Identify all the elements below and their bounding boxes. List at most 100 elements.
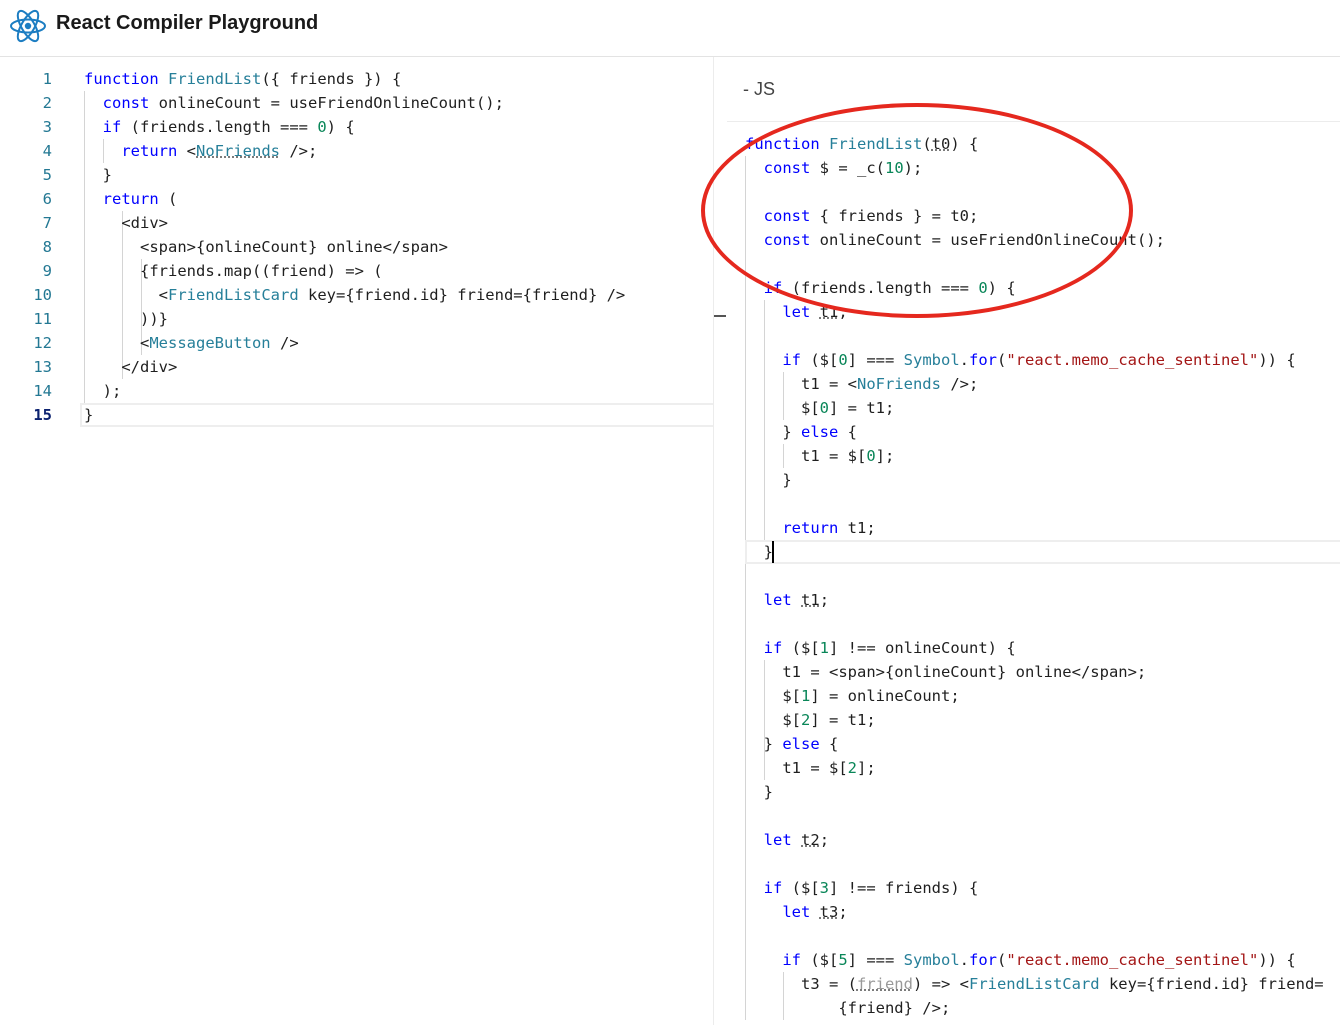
code-line[interactable]: const { friends } = t0; bbox=[745, 204, 979, 228]
react-atom-icon[interactable] bbox=[8, 6, 48, 46]
code-token: ) { bbox=[326, 118, 355, 136]
code-token: ; bbox=[819, 591, 830, 609]
code-line[interactable]: ); bbox=[84, 379, 122, 403]
code-line[interactable]: {friend} />; bbox=[745, 996, 950, 1020]
code-line[interactable]: t3 = (friend) => <FriendListCard key={fr… bbox=[745, 972, 1324, 996]
code-line[interactable]: } else { bbox=[745, 420, 857, 444]
code-line[interactable]: if (friends.length === 0) { bbox=[745, 276, 1016, 300]
code-line[interactable]: const onlineCount = useFriendOnlineCount… bbox=[745, 228, 1165, 252]
code-line[interactable]: <div> bbox=[84, 211, 168, 235]
code-token: return bbox=[782, 519, 839, 537]
code-line[interactable]: } bbox=[84, 403, 93, 427]
input-code-editor[interactable]: 1 function FriendList({ friends }) {2 con… bbox=[0, 57, 726, 1025]
code-token: (friends.length === bbox=[782, 279, 979, 297]
code-token: "react.memo_cache_sentinel" bbox=[1006, 351, 1259, 369]
code-line[interactable]: if ($[5] === Symbol.for("react.memo_cach… bbox=[745, 948, 1296, 972]
app-title: React Compiler Playground bbox=[56, 12, 319, 34]
code-line[interactable]: t1 = <NoFriends />; bbox=[745, 372, 978, 396]
code-token: else bbox=[801, 423, 839, 441]
code-line[interactable]: t1 = $[0]; bbox=[745, 444, 894, 468]
code-line[interactable]: <FriendListCard key={friend.id} friend={… bbox=[84, 283, 626, 307]
code-token: ); bbox=[903, 159, 923, 177]
code-line[interactable]: const $ = _c(10); bbox=[745, 156, 923, 180]
output-code-editor[interactable]: - JS function FriendList(t0) { const $ =… bbox=[727, 57, 1340, 1025]
code-token: let bbox=[782, 903, 811, 921]
code-token: function bbox=[745, 135, 820, 153]
code-token: { bbox=[838, 423, 857, 441]
output-tab-js[interactable]: - JS bbox=[743, 79, 775, 100]
code-line[interactable]: t1 = $[2]; bbox=[745, 756, 876, 780]
current-line-highlight bbox=[80, 403, 725, 427]
code-line[interactable]: $[0] = t1; bbox=[745, 396, 894, 420]
code-line[interactable]: } bbox=[745, 468, 791, 492]
text-cursor bbox=[772, 541, 774, 563]
line-number: 10 bbox=[33, 286, 52, 304]
code-token: < bbox=[84, 334, 150, 352]
code-line[interactable]: let t3; bbox=[745, 900, 848, 924]
code-token: (friends.length === bbox=[121, 118, 318, 136]
code-line[interactable]: return t1; bbox=[745, 516, 875, 540]
line-number: 5 bbox=[42, 166, 52, 184]
code-token: t0 bbox=[931, 135, 951, 153]
code-line[interactable]: const onlineCount = useFriendOnlineCount… bbox=[84, 91, 504, 115]
code-line[interactable]: {friends.map((friend) => ( bbox=[84, 259, 383, 283]
code-line[interactable]: t1 = <span>{onlineCount} online</span>; bbox=[745, 660, 1146, 684]
code-token: </div> bbox=[84, 358, 178, 376]
code-line[interactable]: $[1] = onlineCount; bbox=[745, 684, 959, 708]
code-token: < bbox=[84, 286, 168, 304]
code-line[interactable]: } bbox=[84, 163, 112, 187]
code-token: else bbox=[782, 735, 820, 753]
code-token: t1 = <span>{onlineCount} online</span>; bbox=[745, 663, 1147, 681]
code-line[interactable]: return ( bbox=[84, 187, 178, 211]
code-token: ($[ bbox=[801, 951, 839, 969]
code-token: ; bbox=[838, 903, 848, 921]
code-token: ) => < bbox=[912, 975, 969, 993]
code-line[interactable]: <MessageButton /> bbox=[84, 331, 299, 355]
code-line[interactable]: if (friends.length === 0) { bbox=[84, 115, 355, 139]
code-token: ]; bbox=[857, 759, 876, 777]
code-token: ({ friends }) { bbox=[261, 70, 402, 88]
code-line[interactable]: } bbox=[745, 780, 773, 804]
code-token: t1 bbox=[801, 591, 820, 609]
code-token: $[ bbox=[745, 687, 801, 705]
code-line[interactable]: return <NoFriends />; bbox=[84, 139, 317, 163]
code-token: } bbox=[745, 423, 801, 441]
code-line[interactable]: $[2] = t1; bbox=[745, 708, 875, 732]
code-line[interactable]: let t1; bbox=[745, 588, 829, 612]
code-token: FriendListCard bbox=[168, 286, 299, 304]
code-token: } bbox=[745, 735, 783, 753]
code-token: for bbox=[969, 951, 998, 969]
code-line[interactable]: let t1; bbox=[745, 300, 847, 324]
resize-handle[interactable] bbox=[714, 315, 726, 317]
code-line[interactable]: ))} bbox=[84, 307, 168, 331]
code-token: ] === bbox=[847, 951, 904, 969]
code-line[interactable]: </div> bbox=[84, 355, 177, 379]
code-token: 0 bbox=[819, 399, 829, 417]
line-number: 7 bbox=[42, 214, 52, 232]
code-line[interactable]: if ($[3] !== friends) { bbox=[745, 876, 979, 900]
code-token: />; bbox=[280, 142, 318, 160]
code-token: if bbox=[763, 639, 783, 657]
code-token: let bbox=[782, 303, 811, 321]
code-token: "react.memo_cache_sentinel" bbox=[1006, 951, 1259, 969]
code-line[interactable]: function FriendList({ friends }) { bbox=[84, 67, 401, 91]
code-token: const bbox=[763, 159, 811, 177]
code-line[interactable]: } else { bbox=[745, 732, 839, 756]
code-line[interactable]: if ($[0] === Symbol.for("react.memo_cach… bbox=[745, 348, 1295, 372]
code-token: ] === bbox=[847, 351, 904, 369]
code-token: )) { bbox=[1258, 951, 1296, 969]
code-line[interactable]: function FriendList(t0) { bbox=[745, 132, 978, 156]
code-line[interactable]: <span>{onlineCount} online</span> bbox=[84, 235, 448, 259]
code-line[interactable]: if ($[1] !== onlineCount) { bbox=[745, 636, 1016, 660]
code-line[interactable]: } bbox=[745, 540, 773, 564]
code-line[interactable]: let t2; bbox=[745, 828, 829, 852]
line-number: 14 bbox=[33, 382, 52, 400]
code-token: {friends.map((friend) => ( bbox=[84, 262, 383, 280]
